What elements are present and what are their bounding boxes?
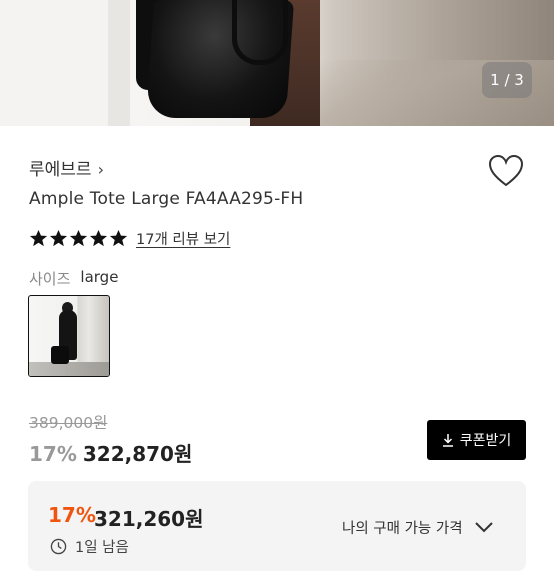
thumb-bag [51,346,69,364]
option-thumbnail[interactable] [28,295,110,377]
brand-name: 루에브르 [29,160,92,180]
my-price-card[interactable]: 17% 321,260원 나의 구매 가능 가격 1일 남음 [28,481,526,571]
heart-icon[interactable] [488,154,524,188]
my-price-toggle[interactable]: 나의 구매 가능 가격 [342,517,493,538]
star-icon [109,229,128,247]
my-price-label: 나의 구매 가능 가격 [342,521,463,537]
chevron-down-icon [474,522,493,533]
discount-rate: 17% [29,442,77,466]
thumb-floor [29,362,109,376]
review-link[interactable]: 17개 리뷰 보기 [136,228,230,249]
sale-price: 322,870원 [82,442,193,466]
brand-link[interactable]: 루에브르 › [29,155,104,180]
coupon-label: 쿠폰받기 [459,433,512,449]
option-row: 사이즈 large [29,268,118,289]
star-icon [69,229,88,247]
rating-stars [29,229,128,248]
product-title: Ample Tote Large FA4AA295-FH [29,189,304,209]
clock-icon [50,538,67,555]
download-icon [442,434,453,447]
option-value: large [80,268,119,286]
product-hero-image[interactable]: 1 / 3 [0,0,554,126]
chevron-right-icon: › [97,160,104,179]
original-price: 389,000원 [29,414,108,432]
sale-price-row: 17% 322,870원 [29,438,192,467]
hero-bag-strap [232,0,288,65]
option-label: 사이즈 [29,270,71,288]
rating-row: 17개 리뷰 보기 [29,228,230,249]
my-price: 321,260원 [94,507,204,531]
star-icon [49,229,68,247]
star-icon [89,229,108,247]
hero-post [108,0,130,126]
star-icon [29,229,48,247]
coupon-button[interactable]: 쿠폰받기 [427,420,526,460]
image-counter: 1 / 3 [482,62,532,98]
my-discount-rate: 17% [48,503,96,527]
